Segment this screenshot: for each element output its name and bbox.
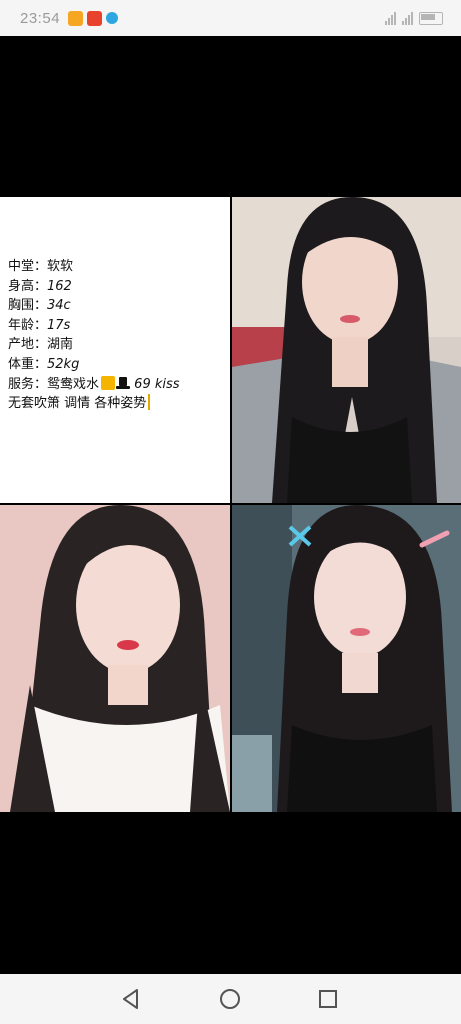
- app-notification-icon: [106, 12, 119, 24]
- top-hat-emoji-icon: [116, 376, 131, 390]
- info-line-origin: 产地：湖南: [8, 335, 180, 355]
- info-line-age: 年龄：17s: [8, 316, 180, 336]
- info-label: 体重：: [8, 356, 48, 372]
- home-icon[interactable]: [218, 987, 242, 1011]
- info-line-weight: 体重：52kg: [8, 355, 180, 375]
- info-label: 身高：: [8, 278, 48, 294]
- info-value: 162: [47, 278, 72, 294]
- info-value: 52kg: [47, 356, 80, 372]
- info-line-height: 身高：162: [8, 277, 180, 297]
- info-line-nickname: 中堂：软软: [8, 257, 180, 277]
- app-notification-icon: [87, 10, 103, 26]
- info-label: 年龄：: [8, 317, 48, 333]
- status-bar: 23:54: [0, 0, 461, 36]
- info-label: 服务：: [8, 376, 48, 392]
- recents-icon[interactable]: [316, 987, 340, 1011]
- battery-icon: [419, 11, 443, 25]
- info-value: 17s: [47, 317, 71, 333]
- signal-icon: [402, 11, 413, 25]
- info-value: 软软: [47, 259, 74, 274]
- post-image[interactable]: 中堂：软软 身高：162 胸围：34c 年龄：17s 产地：湖南 体重：52kg…: [0, 197, 461, 812]
- info-line-bust: 胸围：34c: [8, 296, 180, 316]
- notification-icons: [68, 10, 119, 26]
- back-icon[interactable]: [119, 987, 143, 1011]
- info-label: 产地：: [8, 337, 48, 353]
- info-label: 中堂：: [8, 259, 48, 274]
- info-line-service: 服务：鸳鸯戏水 69 kiss: [8, 375, 180, 395]
- info-value-extra: 69 kiss: [134, 376, 180, 392]
- info-line-extra: 无套吹箫 调情 各种姿势: [8, 394, 180, 414]
- wu-emoji-icon: [101, 375, 116, 390]
- portrait-photo-2: [0, 505, 230, 812]
- info-card: 中堂：软软 身高：162 胸围：34c 年龄：17s 产地：湖南 体重：52kg…: [0, 197, 230, 503]
- info-value: 34c: [47, 298, 71, 314]
- info-value: 湖南: [47, 337, 74, 353]
- info-value: 鸳鸯戏水: [47, 376, 100, 392]
- screen: 23:54 中堂：软软 身高：162 胸围：34c 年龄：17s 产地：湖南 体…: [0, 0, 461, 1024]
- app-notification-icon: [68, 10, 84, 26]
- signal-icon: [385, 11, 396, 25]
- status-right-icons: [385, 11, 443, 25]
- status-time: 23:54: [20, 9, 61, 27]
- text-cursor: [148, 394, 151, 411]
- navigation-bar: [0, 974, 461, 1024]
- info-value: 无套吹箫 调情 各种姿势: [8, 396, 147, 412]
- info-label: 胸围：: [8, 298, 48, 314]
- info-text: 中堂：软软 身高：162 胸围：34c 年龄：17s 产地：湖南 体重：52kg…: [8, 257, 180, 414]
- portrait-photo-3: [232, 505, 461, 812]
- portrait-photo-1: [232, 197, 461, 503]
